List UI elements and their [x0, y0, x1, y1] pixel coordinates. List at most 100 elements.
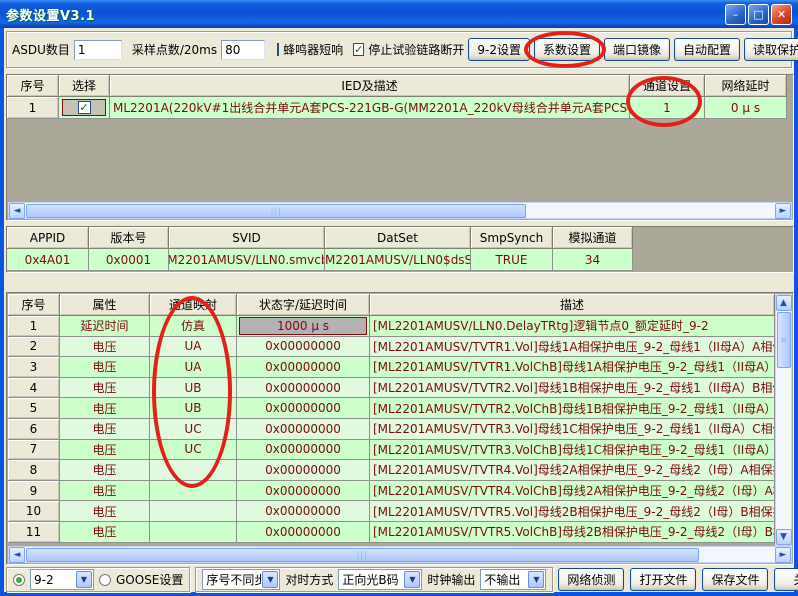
buzzer-checkbox[interactable]: [277, 43, 279, 56]
scroll-right-icon[interactable]: ►: [775, 203, 791, 219]
scroll-right-icon[interactable]: ►: [775, 547, 791, 563]
chan-col-attr: 属性: [60, 294, 150, 316]
row-map[interactable]: UA: [150, 357, 237, 378]
row-no: 1: [8, 316, 60, 337]
chan-col-no: 序号: [8, 294, 60, 316]
row-status-cell[interactable]: 1000 μ s: [237, 316, 370, 337]
chevron-down-icon[interactable]: ▼: [262, 571, 278, 588]
row-status[interactable]: 0x00000000: [237, 481, 370, 502]
row-no: 10: [8, 501, 60, 522]
table-row: 11 电压 0x00000000 [ML2201AMUSV/TVTR5.VolC…: [8, 522, 775, 543]
port-mirror-button[interactable]: 端口镜像: [604, 38, 670, 61]
channel-table-vscrollbar[interactable]: ▲ ≡ ▼: [775, 294, 792, 546]
channel-table: 序号 属性 通道映射 状态字/延迟时间 描述 1 延迟时间 仿真 1000 μ …: [6, 292, 794, 565]
auto-config-button[interactable]: 自动配置: [674, 38, 740, 61]
row-desc: [ML2201AMUSV/TVTR5.VolChB]母线2B相保护电压_9-2_…: [370, 522, 775, 543]
ied-select-checkbox[interactable]: ✓: [78, 101, 91, 114]
clock-output-select[interactable]: 不输出 ▼: [480, 569, 546, 590]
sv-row-svid: MM2201AMUSV/LLN0.smvcb0: [169, 249, 325, 271]
row-no: 7: [8, 440, 60, 461]
sync-select[interactable]: 序号不同步 ▼: [202, 569, 280, 590]
row-map[interactable]: UB: [150, 378, 237, 399]
minimize-button[interactable]: –: [725, 4, 746, 25]
sv-col-version: 版本号: [89, 227, 169, 249]
ied-row-channel[interactable]: 1: [630, 97, 705, 119]
protocol-value: 9-2: [31, 573, 75, 587]
read-protection-model-button[interactable]: 读取保护模型文件: [744, 38, 798, 61]
sv-row-datset: MM2201AMUSV/LLN0$dsSV: [325, 249, 471, 271]
coefficient-settings-button[interactable]: 系数设置: [534, 38, 600, 61]
row-status[interactable]: 0x00000000: [237, 337, 370, 358]
row-map[interactable]: 仿真: [150, 316, 237, 337]
row-map[interactable]: [150, 481, 237, 502]
sv-row-version: 0x0001: [89, 249, 169, 271]
table-row: 3 电压 UA 0x00000000 [ML2201AMUSV/TVTR1.Vo…: [8, 357, 775, 378]
row-attr: 电压: [60, 481, 150, 502]
chevron-down-icon[interactable]: ▼: [76, 571, 92, 588]
close-dialog-button[interactable]: 关闭: [774, 568, 798, 591]
scroll-left-icon[interactable]: ◄: [9, 203, 25, 219]
stop-link-checkbox[interactable]: ✓: [353, 43, 364, 56]
sample-count-label: 采样点数/20ms: [132, 41, 217, 58]
protocol-select[interactable]: 9-2 ▼: [30, 569, 94, 590]
row-map[interactable]: [150, 522, 237, 543]
save-file-button[interactable]: 保存文件: [702, 568, 768, 591]
row-map[interactable]: [150, 460, 237, 481]
row-attr: 电压: [60, 357, 150, 378]
row-no: 8: [8, 460, 60, 481]
close-button[interactable]: ✕: [771, 4, 792, 25]
channel-table-header: 序号 属性 通道映射 状态字/延迟时间 描述: [8, 294, 775, 316]
scroll-up-icon[interactable]: ▲: [776, 295, 792, 311]
network-detect-button[interactable]: 网络侦测: [558, 568, 624, 591]
row-map[interactable]: UC: [150, 419, 237, 440]
titlebar[interactable]: 参数设置V3.1 – □ ✕: [0, 0, 798, 28]
chevron-down-icon[interactable]: ▼: [404, 571, 420, 588]
row-attr: 电压: [60, 522, 150, 543]
row-status[interactable]: 0x00000000: [237, 501, 370, 522]
row-status[interactable]: 0x00000000: [237, 440, 370, 461]
ied-table-hscrollbar[interactable]: ◄ ||| ►: [8, 202, 792, 219]
row-status[interactable]: 0x00000000: [237, 460, 370, 481]
goose-radio[interactable]: [99, 574, 111, 586]
ied-row-delay[interactable]: 0 μ s: [705, 97, 787, 119]
channel-table-hscrollbar[interactable]: ◄ ||| ►: [8, 546, 792, 563]
row-attr: 延迟时间: [60, 316, 150, 337]
row-status[interactable]: 0x00000000: [237, 522, 370, 543]
chan-col-map: 通道映射: [150, 294, 237, 316]
scroll-left-icon[interactable]: ◄: [9, 547, 25, 563]
maximize-button[interactable]: □: [748, 4, 769, 25]
row-no: 5: [8, 398, 60, 419]
row-status[interactable]: 0x00000000: [237, 357, 370, 378]
row-attr: 电压: [60, 398, 150, 419]
row-desc: [ML2201AMUSV/TVTR5.Vol]母线2B相保护电压_9-2_母线2…: [370, 501, 775, 522]
row-map[interactable]: UC: [150, 440, 237, 461]
row-status[interactable]: 0x00000000: [237, 398, 370, 419]
timing-select[interactable]: 正向光B码 ▼: [338, 569, 422, 590]
sample-count-input[interactable]: [221, 40, 265, 60]
row-map[interactable]: UB: [150, 398, 237, 419]
parameter-settings-window: 参数设置V3.1 – □ ✕ ASDU数目 采样点数/20ms 蜂鸣器短响 ✓ …: [0, 0, 798, 596]
timing-mode-label: 对时方式: [285, 571, 333, 588]
asdu-count-input[interactable]: [74, 40, 122, 60]
sync-value: 序号不同步: [203, 571, 261, 588]
table-row: 4 电压 UB 0x00000000 [ML2201AMUSV/TVTR2.Vo…: [8, 378, 775, 399]
sv92-radio[interactable]: [13, 574, 25, 586]
ied-select-box[interactable]: ✓: [62, 99, 106, 116]
selected-status-cell[interactable]: 1000 μ s: [239, 317, 367, 335]
row-map[interactable]: UA: [150, 337, 237, 358]
row-attr: 电压: [60, 440, 150, 461]
sv92-settings-button[interactable]: 9-2设置: [468, 38, 530, 61]
open-file-button[interactable]: 打开文件: [630, 568, 696, 591]
row-status[interactable]: 0x00000000: [237, 419, 370, 440]
hscroll-thumb[interactable]: |||: [26, 548, 699, 562]
timing-group: 序号不同步 ▼ 对时方式 正向光B码 ▼ 时钟输出 不输出 ▼: [195, 567, 553, 592]
protocol-group: 9-2 ▼ GOOSE设置: [6, 567, 190, 592]
buzzer-label: 蜂鸣器短响: [283, 41, 343, 58]
row-desc: [ML2201AMUSV/TVTR3.VolChB]母线1C相保护电压_9-2_…: [370, 440, 775, 461]
vscroll-thumb[interactable]: ≡: [777, 312, 791, 368]
row-status[interactable]: 0x00000000: [237, 378, 370, 399]
hscroll-thumb[interactable]: |||: [26, 204, 526, 218]
chevron-down-icon[interactable]: ▼: [528, 571, 544, 588]
row-map[interactable]: [150, 501, 237, 522]
scroll-down-icon[interactable]: ▼: [776, 529, 792, 545]
